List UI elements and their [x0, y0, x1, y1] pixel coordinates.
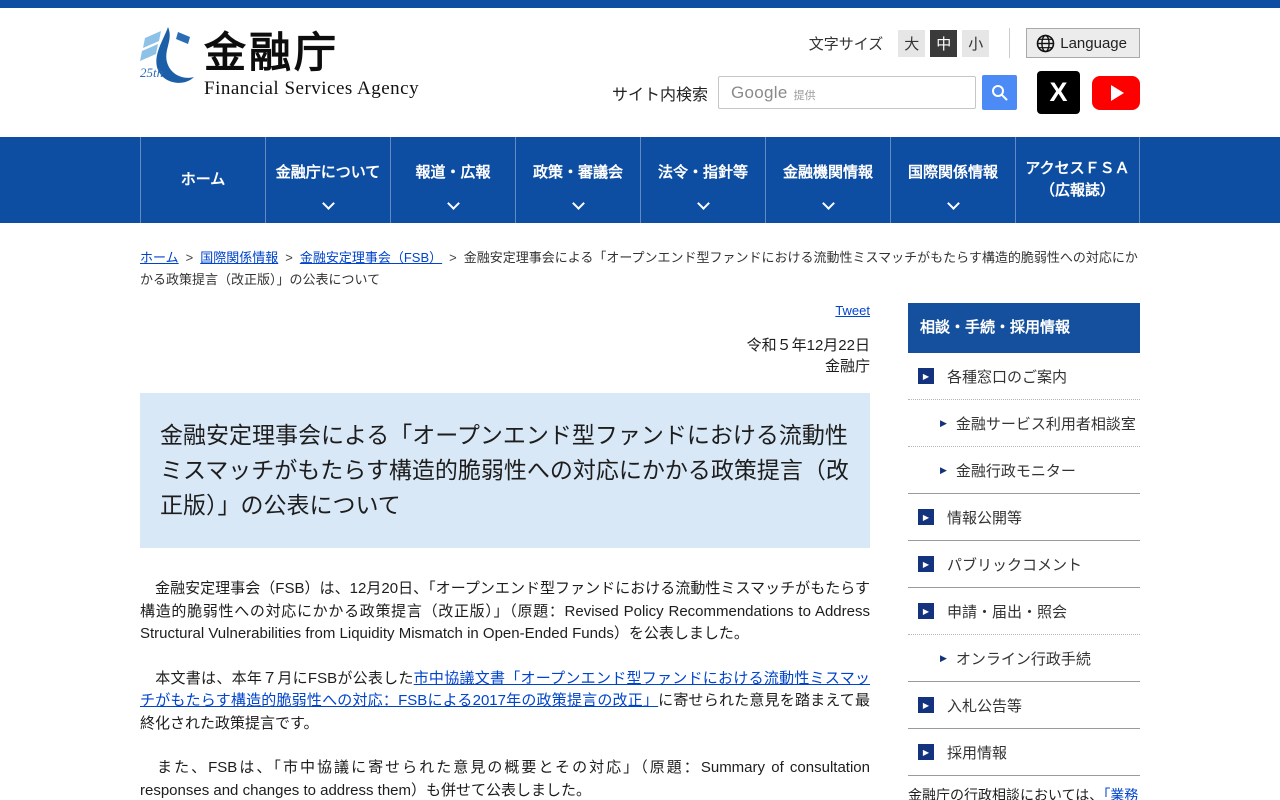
- sidebar-item-administration-monitor[interactable]: ▶ 金融行政モニター: [908, 446, 1140, 493]
- sidebar-note-text: 金融庁の行政相談においては、: [908, 787, 1103, 800]
- sidebar-item-bid-announcements[interactable]: ▶ 入札公告等: [908, 681, 1140, 728]
- site-search-label: サイト内検索: [612, 81, 708, 105]
- site-header: 25th 金融庁 Financial Services Agency 文字サイズ…: [0, 8, 1280, 137]
- nav-item-financial-institutions[interactable]: 金融機関情報: [765, 137, 890, 223]
- arrow-right-icon: ▶: [918, 603, 934, 619]
- fsa-logo[interactable]: 25th 金融庁 Financial Services Agency: [138, 24, 419, 100]
- breadcrumb: ホーム>国際関係情報>金融安定理事会（FSB）>金融安定理事会による「オープンエ…: [140, 247, 1140, 291]
- font-size-medium-button[interactable]: 中: [930, 30, 957, 57]
- arrow-right-icon: ▶: [940, 653, 947, 664]
- nav-item-international[interactable]: 国際関係情報: [890, 137, 1015, 223]
- nav-item-home[interactable]: ホーム: [140, 137, 265, 223]
- arrow-right-icon: ▶: [940, 418, 947, 429]
- publisher: 金融庁: [140, 356, 870, 377]
- font-size-small-button[interactable]: 小: [962, 30, 989, 57]
- article-paragraph-3: また、FSBは、「市中協議に寄せられた意見の概要とその対応」（原題：Summar…: [140, 757, 870, 800]
- fsa-logo-mark-icon: 25th: [138, 24, 200, 86]
- logo-english: Financial Services Agency: [204, 78, 419, 100]
- breadcrumb-separator: >: [449, 250, 457, 265]
- sidebar-item-online-procedures[interactable]: ▶ オンライン行政手続: [908, 634, 1140, 681]
- sidebar-header: 相談・手続・採用情報: [908, 303, 1140, 353]
- article-paragraph-2: 本文書は、本年７月にFSBが公表した市中協議文書「オープンエンド型ファンドにおけ…: [140, 668, 870, 736]
- breadcrumb-link-fsb[interactable]: 金融安定理事会（FSB）: [300, 250, 442, 265]
- arrow-right-icon: ▶: [918, 744, 934, 760]
- nav-item-policy-councils[interactable]: 政策・審議会: [515, 137, 640, 223]
- youtube-icon: [1111, 85, 1124, 101]
- sidebar-item-contact-points[interactable]: ▶ 各種窓口のご案内: [908, 353, 1140, 399]
- header-search-row: サイト内検索 Google 提供 X: [612, 71, 1140, 114]
- sidebar-note: 金融庁の行政相談においては、「業務の範囲や程度を明らかに超える苦情相談」への対応…: [908, 785, 1140, 800]
- font-size-label: 文字サイズ: [809, 33, 884, 54]
- x-icon: X: [1049, 77, 1067, 108]
- google-provided-label: 提供: [794, 83, 816, 103]
- search-icon: [991, 84, 1008, 101]
- language-button-label: Language: [1060, 35, 1127, 52]
- search-input[interactable]: Google 提供: [718, 76, 976, 109]
- nav-item-laws-guidelines[interactable]: 法令・指針等: [640, 137, 765, 223]
- article-paragraph-1: 金融安定理事会（FSB）は、12月20日、「オープンエンド型ファンドにおける流動…: [140, 578, 870, 646]
- nav-item-about-fsa[interactable]: 金融庁について: [265, 137, 390, 223]
- global-nav: ホーム 金融庁について 報道・広報 政策・審議会 法令・指針等 金融機関情報 国…: [0, 137, 1280, 223]
- globe-icon: [1036, 34, 1055, 53]
- font-size-large-button[interactable]: 大: [898, 30, 925, 57]
- logo-kanji: 金融庁: [204, 24, 419, 82]
- breadcrumb-link-home[interactable]: ホーム: [140, 250, 179, 265]
- search-button[interactable]: [982, 75, 1017, 110]
- arrow-right-icon: ▶: [918, 368, 934, 384]
- article-main: Tweet 令和５年12月22日 金融庁 金融安定理事会による「オープンエンド型…: [140, 303, 870, 800]
- sidebar-item-applications-notifications[interactable]: ▶ 申請・届出・照会: [908, 587, 1140, 634]
- logo-25th-text: 25th: [140, 65, 163, 80]
- nav-item-press-publicity[interactable]: 報道・広報: [390, 137, 515, 223]
- sidebar-item-public-comment[interactable]: ▶ パブリックコメント: [908, 540, 1140, 587]
- breadcrumb-separator: >: [285, 250, 293, 265]
- breadcrumb-link-international[interactable]: 国際関係情報: [200, 250, 278, 265]
- tweet-link[interactable]: Tweet: [835, 303, 870, 318]
- arrow-right-icon: ▶: [918, 697, 934, 713]
- chevron-down-icon: [447, 197, 460, 210]
- header-divider: [1009, 28, 1010, 58]
- chevron-down-icon: [947, 197, 960, 210]
- arrow-right-icon: ▶: [940, 465, 947, 476]
- sidebar-item-information-disclosure[interactable]: ▶ 情報公開等: [908, 493, 1140, 540]
- nav-item-access-fsa[interactable]: アクセスＦＳＡ （広報誌）: [1015, 137, 1140, 223]
- page-title: 金融安定理事会による「オープンエンド型ファンドにおける流動性ミスマッチがもたらす…: [140, 393, 870, 548]
- sidebar: 相談・手続・採用情報 ▶ 各種窓口のご案内 ▶ 金融サービス利用者相談室 ▶ 金…: [908, 303, 1140, 800]
- publish-date: 令和５年12月22日: [140, 335, 870, 356]
- breadcrumb-separator: >: [186, 250, 194, 265]
- paragraph-2-text: 本文書は、本年７月にFSBが公表した: [140, 670, 414, 687]
- google-branding: Google: [731, 83, 788, 103]
- chevron-down-icon: [697, 197, 710, 210]
- x-social-button[interactable]: X: [1037, 71, 1080, 114]
- arrow-right-icon: ▶: [918, 556, 934, 572]
- top-accent-strip: [0, 0, 1280, 8]
- sidebar-item-user-consultation-office[interactable]: ▶ 金融サービス利用者相談室: [908, 399, 1140, 446]
- chevron-down-icon: [572, 197, 585, 210]
- header-utility-row: 文字サイズ 大 中 小 Language: [809, 28, 1140, 58]
- chevron-down-icon: [322, 197, 335, 210]
- language-button[interactable]: Language: [1026, 28, 1140, 58]
- chevron-down-icon: [822, 197, 835, 210]
- arrow-right-icon: ▶: [918, 509, 934, 525]
- sidebar-item-recruitment[interactable]: ▶ 採用情報: [908, 728, 1140, 775]
- youtube-social-button[interactable]: [1092, 76, 1140, 110]
